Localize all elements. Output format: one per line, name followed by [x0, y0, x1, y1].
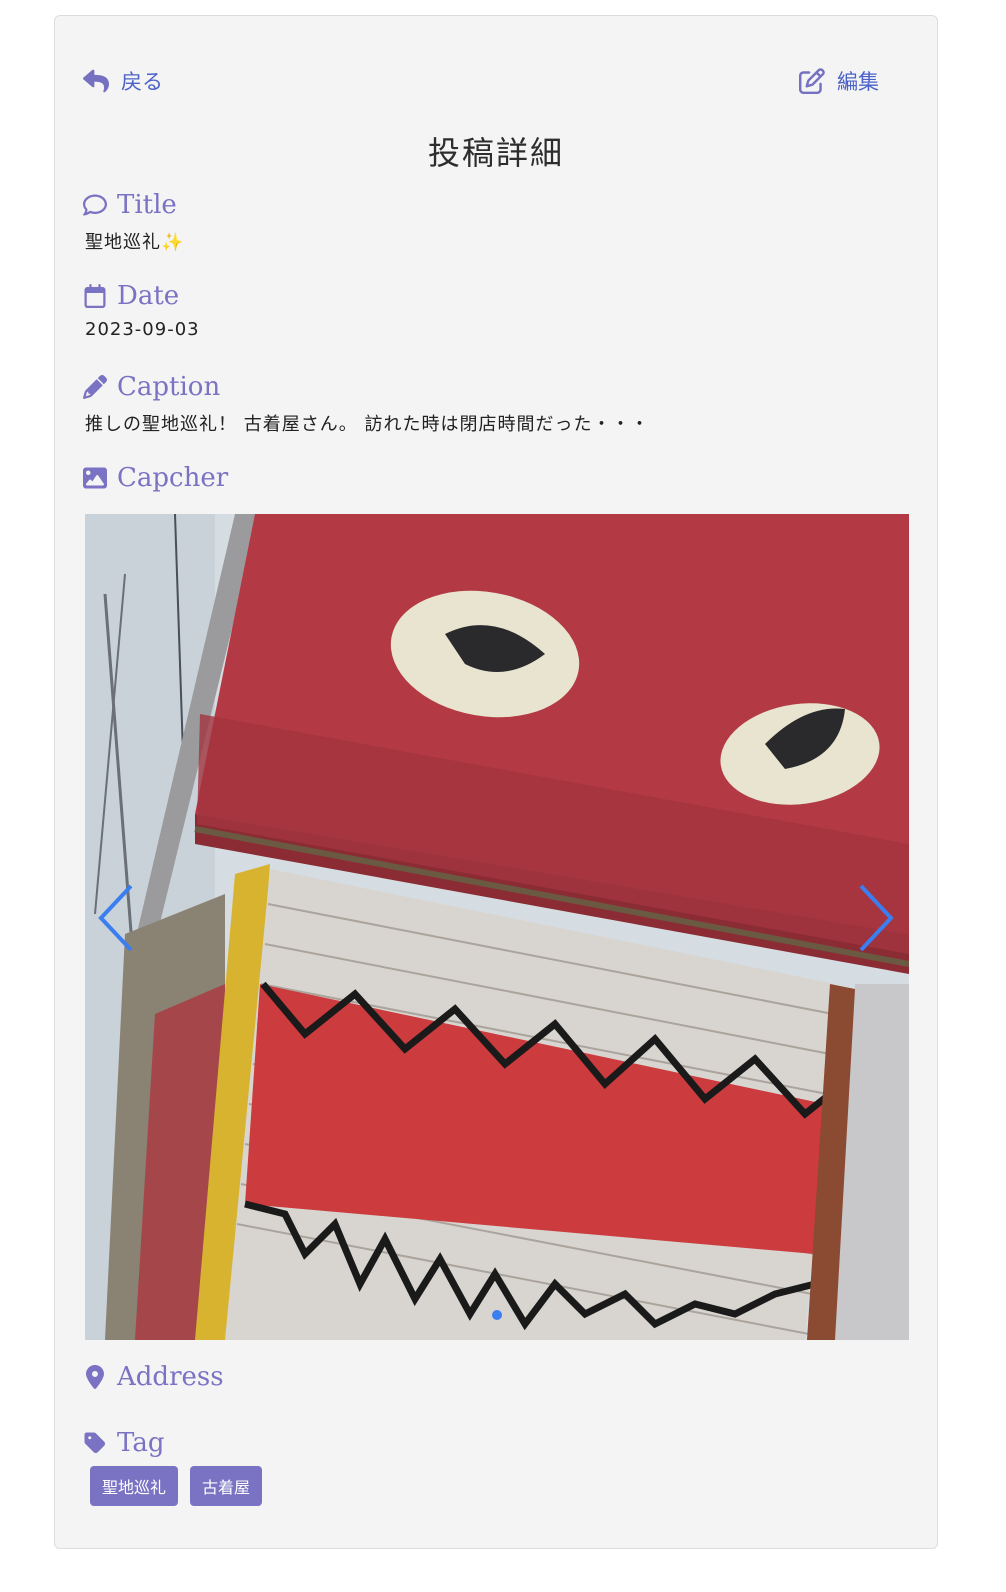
date-value: 2023-09-03 — [85, 319, 200, 340]
title-value-text: 聖地巡礼 — [85, 232, 161, 253]
capcher-section-label: Capcher — [83, 463, 228, 493]
carousel-pagination-dot[interactable] — [492, 1310, 502, 1320]
shop-shutter-photo — [85, 514, 909, 1340]
capcher-label-text: Capcher — [117, 463, 229, 493]
caption-section-label: Caption — [83, 372, 220, 402]
back-label: 戻る — [121, 70, 163, 94]
top-bar: 戻る 編集 — [83, 66, 879, 96]
reply-arrow-icon — [83, 69, 109, 93]
tag-chip[interactable]: 古着屋 — [190, 1466, 263, 1506]
chevron-left-icon — [98, 884, 133, 952]
date-label-text: Date — [117, 281, 180, 311]
tag-label-text: Tag — [117, 1428, 165, 1458]
carousel-prev-button[interactable] — [95, 882, 139, 954]
carousel-next-button[interactable] — [853, 882, 897, 954]
page-title: 投稿詳細 — [427, 134, 564, 172]
edit-label: 編集 — [837, 70, 879, 94]
title-section-label: Title — [83, 190, 177, 220]
back-link[interactable]: 戻る — [83, 66, 163, 96]
address-label-text: Address — [117, 1362, 224, 1392]
caption-value: 推しの聖地巡礼！ 古着屋さん。 訪れた時は閉店時間だった・・・ — [85, 414, 650, 435]
edit-square-icon — [799, 68, 825, 94]
post-detail-card: 戻る 編集 投稿詳細 Title 聖地巡礼✨ Date 2023-09-03 C… — [54, 15, 938, 1549]
tag-icon — [84, 1432, 106, 1454]
pencil-icon — [83, 375, 107, 399]
sparkle-emoji: ✨ — [161, 232, 185, 253]
map-pin-icon — [86, 1365, 104, 1389]
caption-label-text: Caption — [117, 372, 221, 402]
title-label-text: Title — [117, 190, 177, 220]
tag-list: 聖地巡礼 古着屋 — [90, 1466, 263, 1506]
chevron-right-icon — [859, 884, 894, 952]
calendar-icon — [84, 284, 106, 308]
edit-link[interactable]: 編集 — [799, 66, 879, 96]
date-section-label: Date — [83, 281, 179, 311]
title-value: 聖地巡礼✨ — [85, 228, 184, 254]
tag-chip[interactable]: 聖地巡礼 — [90, 1466, 179, 1506]
tag-section-label: Tag — [83, 1428, 164, 1458]
comment-icon — [83, 194, 107, 216]
photo-carousel[interactable] — [85, 514, 909, 1340]
image-icon — [83, 467, 107, 489]
address-section-label: Address — [83, 1362, 224, 1392]
